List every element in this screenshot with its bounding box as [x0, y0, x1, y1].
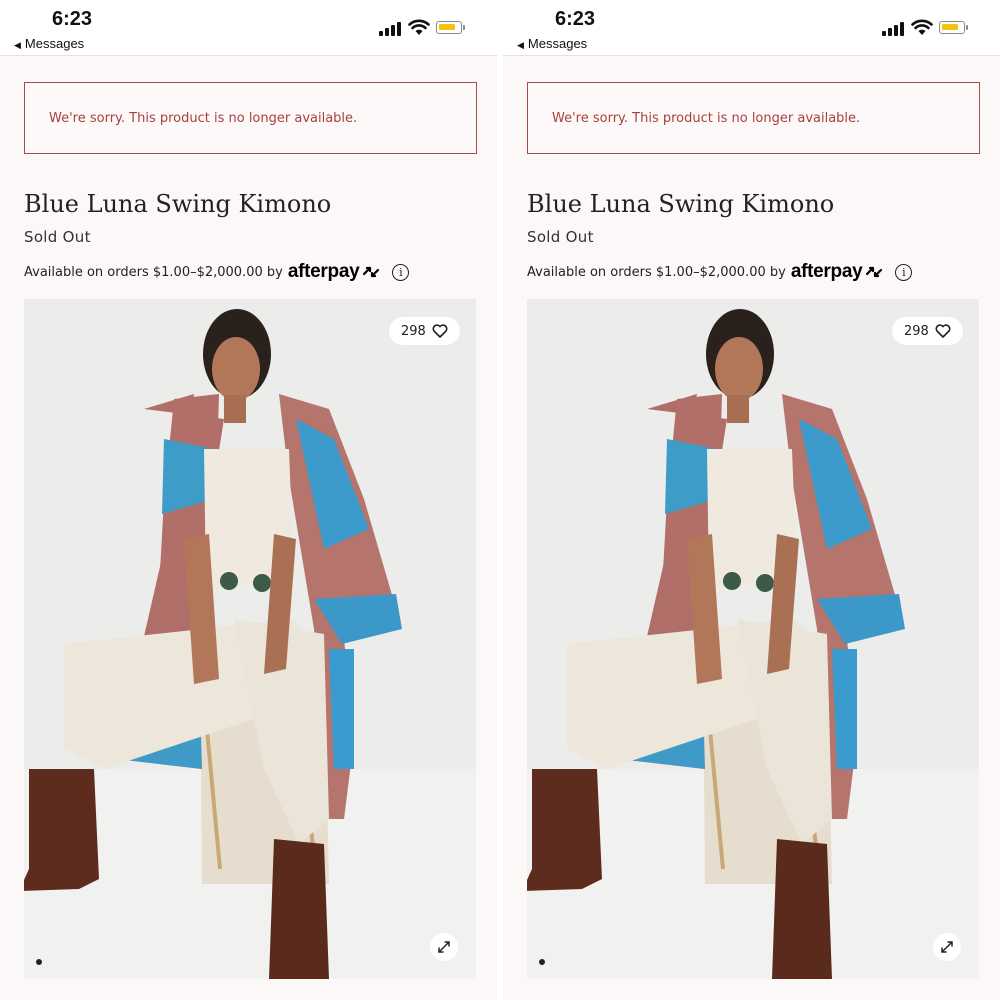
afterpay-logo: afterpay — [790, 261, 863, 282]
product-title: Blue Luna Swing Kimono — [24, 190, 332, 218]
model-photo — [527, 299, 979, 979]
unavailable-alert: We're sorry. This product is no longer a… — [527, 82, 980, 154]
afterpay-text: Available on orders $1.00–$2,000.00 by — [24, 264, 283, 280]
expand-icon — [941, 941, 953, 953]
like-count: 298 — [401, 323, 426, 339]
back-arrow-icon: ◀ — [14, 40, 21, 50]
afterpay-info: Available on orders $1.00–$2,000.00 by a… — [24, 261, 410, 283]
clock: 6:23 — [555, 8, 596, 30]
product-image[interactable]: 298 — [24, 299, 476, 979]
cellular-signal-icon — [379, 22, 403, 36]
product-image[interactable]: 298 — [527, 299, 979, 979]
back-to-messages[interactable]: ◀ Messages — [14, 36, 84, 51]
screen-left: 6:23 ◀ Messages We're sorry. This product… — [0, 0, 497, 1000]
screen-right: 6:23 ◀ Messages We're sorry. This product… — [503, 0, 1000, 1000]
status-bar: 6:23 ◀ Messages — [0, 0, 497, 56]
afterpay-logo: afterpay — [287, 261, 360, 282]
expand-image-button[interactable] — [430, 933, 458, 961]
heart-icon — [935, 324, 951, 338]
stock-status: Sold Out — [24, 228, 91, 246]
back-to-messages[interactable]: ◀ Messages — [517, 36, 587, 51]
afterpay-arrows-icon — [363, 266, 380, 278]
wifi-icon — [408, 19, 430, 35]
info-icon[interactable]: i — [392, 263, 410, 281]
cellular-signal-icon — [882, 22, 906, 36]
stock-status: Sold Out — [527, 228, 594, 246]
alert-message: We're sorry. This product is no longer a… — [49, 110, 358, 126]
like-button[interactable]: 298 — [389, 317, 460, 345]
battery-icon — [939, 21, 968, 34]
expand-image-button[interactable] — [933, 933, 961, 961]
wifi-icon — [911, 19, 933, 35]
carousel-indicator[interactable] — [539, 959, 545, 965]
product-title: Blue Luna Swing Kimono — [527, 190, 835, 218]
afterpay-arrows-icon — [866, 266, 883, 278]
like-button[interactable]: 298 — [892, 317, 963, 345]
expand-icon — [438, 941, 450, 953]
unavailable-alert: We're sorry. This product is no longer a… — [24, 82, 477, 154]
like-count: 298 — [904, 323, 929, 339]
info-icon[interactable]: i — [895, 263, 913, 281]
heart-icon — [432, 324, 448, 338]
model-photo — [24, 299, 476, 979]
carousel-indicator[interactable] — [36, 959, 42, 965]
battery-icon — [436, 21, 465, 34]
afterpay-info: Available on orders $1.00–$2,000.00 by a… — [527, 261, 913, 283]
clock: 6:23 — [52, 8, 93, 30]
status-bar: 6:23 ◀ Messages — [503, 0, 1000, 56]
back-label: Messages — [527, 36, 588, 51]
back-label: Messages — [24, 36, 85, 51]
alert-message: We're sorry. This product is no longer a… — [552, 110, 861, 126]
afterpay-text: Available on orders $1.00–$2,000.00 by — [527, 264, 786, 280]
back-arrow-icon: ◀ — [517, 40, 524, 50]
